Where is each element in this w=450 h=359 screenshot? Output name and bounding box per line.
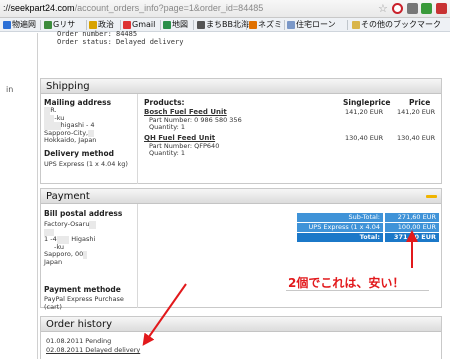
bookmark-favicon-icon xyxy=(163,21,171,29)
left-side-panel: in xyxy=(0,33,38,359)
bookmark-item-5[interactable]: まちBB北海 xyxy=(197,19,249,31)
mailing-address: R. -ku higashi - 4 Sapporo-City, Hokkaid… xyxy=(44,106,97,144)
product-quantity: Quantity: 1 xyxy=(149,123,186,131)
folder-icon xyxy=(352,21,360,29)
annotation-note: 2個でこれは、安い！ xyxy=(288,276,405,290)
order-number: Order number: 84485 xyxy=(57,30,138,38)
total-label: Total: xyxy=(297,233,383,242)
product-part-number: Part Number: QFP640 xyxy=(149,141,220,150)
product-singleprice: 141,20 EUR xyxy=(345,108,384,116)
payment-method-value: PayPal Express Purchase (cart) xyxy=(44,295,124,311)
shipping-cost-row: UPS Express (1 x 4.04 kg) 100,00 EUR xyxy=(297,223,439,240)
order-history-panel: Order history 01.08.2011 Pending 02.08.2… xyxy=(40,316,442,359)
totals-table: Sub-Total: 271,60 EUR UPS Express (1 x 4… xyxy=(297,213,439,243)
opera-extension-icon[interactable] xyxy=(392,3,403,14)
product-part-number: Part Number: 0 986 580 356 xyxy=(149,115,242,124)
address-bar[interactable]: ://seekpart24.com/account_orders_info?pa… xyxy=(0,0,450,18)
bookmark-favicon-icon xyxy=(249,21,257,29)
total-row: Total: 371,60 EUR xyxy=(297,233,439,242)
subtotal-row: Sub-Total: 271,60 EUR xyxy=(297,213,439,222)
payment-method-title: Payment methode xyxy=(44,285,121,294)
bookmark-item-0[interactable]: 物遍网 xyxy=(3,19,36,31)
extension-red-icon[interactable] xyxy=(436,3,447,14)
bookmark-item-7[interactable]: 住宅ローン xyxy=(287,19,336,31)
payment-header: Payment xyxy=(41,189,441,204)
bookmark-favicon-icon xyxy=(89,21,97,29)
collapse-icon[interactable] xyxy=(426,195,437,198)
extension-icon[interactable] xyxy=(407,3,418,14)
shipping-left-column: Mailing address R. -ku higashi - 4 Sappo… xyxy=(41,94,138,184)
side-panel-text: in xyxy=(6,85,14,94)
subtotal-label: Sub-Total: xyxy=(297,213,383,222)
bookmark-favicon-icon xyxy=(287,21,295,29)
shipping-header: Shipping xyxy=(41,79,441,94)
delivery-method-value: UPS Express (1 x 4.04 kg) xyxy=(44,160,128,168)
total-value: 371,60 EUR xyxy=(385,233,439,242)
order-summary: Order number: 84485 Order status: Delaye… xyxy=(57,30,183,46)
delivery-method-title: Delivery method xyxy=(44,149,114,158)
price-header: Price xyxy=(409,98,431,107)
history-entry: 02.08.2011 Delayed delivery xyxy=(46,346,141,354)
order-history-header: Order history xyxy=(41,317,441,332)
annotation-underline xyxy=(286,290,429,291)
product-quantity: Quantity: 1 xyxy=(149,149,186,157)
product-price: 130,40 EUR xyxy=(397,134,436,142)
bookmark-favicon-icon xyxy=(44,21,52,29)
url-text[interactable]: ://seekpart24.com/account_orders_info?pa… xyxy=(3,3,263,13)
singleprice-header: Singleprice xyxy=(343,98,391,107)
bookmark-item-6[interactable]: ネズミ xyxy=(249,19,282,31)
extension-green-icon[interactable] xyxy=(421,3,432,14)
shipping-cost-value: 100,00 EUR xyxy=(385,223,439,232)
bookmark-star-icon[interactable]: ☆ xyxy=(378,2,388,15)
bookmark-favicon-icon xyxy=(3,21,11,29)
shipping-panel: Shipping Mailing address R. -ku higashi … xyxy=(40,78,442,184)
product-singleprice: 130,40 EUR xyxy=(345,134,384,142)
billing-address-title: Bill postal address xyxy=(44,209,123,218)
product-price: 141,20 EUR xyxy=(397,108,436,116)
billing-address: Factory-Osaru 1 -4 Higashi -ku Sapporo, … xyxy=(44,220,96,266)
gmail-icon xyxy=(123,21,131,29)
bookmark-favicon-icon xyxy=(197,21,205,29)
product-row: QH Fuel Feed Unit Part Number: QFP640 Qu… xyxy=(144,134,440,158)
bookmark-item-other[interactable]: その他のブックマーク xyxy=(352,19,441,31)
order-status: Order status: Delayed delivery xyxy=(57,38,184,46)
subtotal-value: 271,60 EUR xyxy=(385,213,439,222)
product-row: Bosch Fuel Feed Unit Part Number: 0 986 … xyxy=(144,108,440,132)
history-entry: 01.08.2011 Pending xyxy=(46,337,112,345)
payment-left-column: Bill postal address Factory-Osaru 1 -4 H… xyxy=(41,204,138,311)
products-header: Products: xyxy=(144,98,185,107)
shipping-cost-label: UPS Express (1 x 4.04 kg) xyxy=(297,223,383,240)
